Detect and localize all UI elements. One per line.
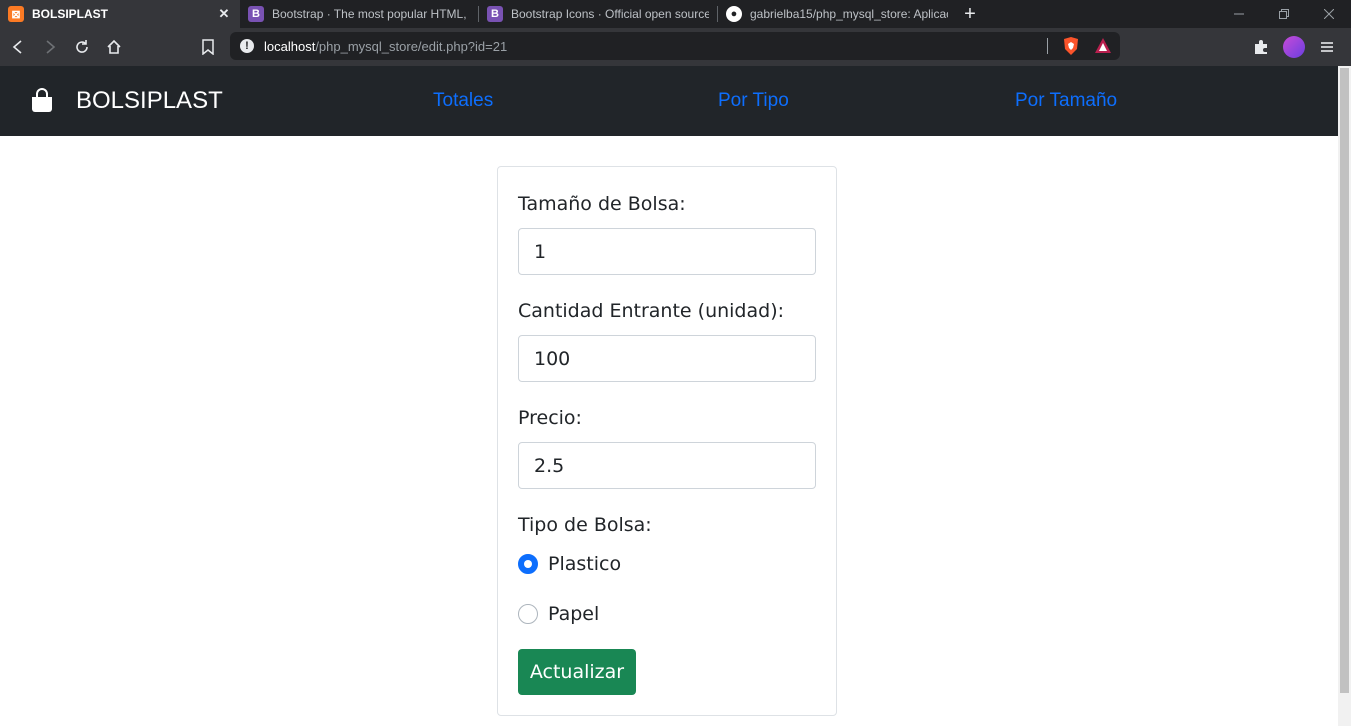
radio-button[interactable] [518, 604, 538, 624]
profile-avatar[interactable] [1283, 36, 1305, 58]
scrollbar-thumb[interactable] [1340, 68, 1349, 693]
home-icon [107, 39, 121, 54]
back-button[interactable] [2, 31, 34, 63]
type-label: Tipo de Bolsa: [518, 514, 652, 536]
radio-option-plastico[interactable]: Plastico [518, 552, 621, 576]
close-window-button[interactable] [1306, 0, 1351, 28]
tab-bootstrap-icons[interactable]: B Bootstrap Icons · Official open source [479, 0, 717, 28]
brave-rewards-icon[interactable] [1094, 37, 1112, 55]
window-controls [1216, 0, 1351, 28]
brand-name: BOLSIPLAST [76, 87, 223, 114]
tab-title: Bootstrap · The most popular HTML, C [272, 7, 470, 21]
bootstrap-icon: B [487, 6, 503, 22]
xampp-icon: ⊠ [8, 6, 24, 22]
forward-button[interactable] [34, 31, 66, 63]
nav-link-totales[interactable]: Totales [433, 66, 493, 136]
menu-icon [1321, 42, 1333, 52]
minimize-icon [1233, 13, 1244, 15]
home-button[interactable] [98, 31, 130, 63]
extensions-button[interactable] [1245, 31, 1277, 63]
size-input[interactable]: 1 [518, 228, 816, 275]
browser-tab-strip: ⊠ BOLSIPLAST ✕ B Bootstrap · The most po… [0, 0, 1351, 28]
restore-icon [1278, 9, 1289, 19]
bookmark-icon [202, 39, 214, 55]
url-text: localhost/php_mysql_store/edit.php?id=21 [264, 38, 508, 54]
nav-link-por-tamano[interactable]: Por Tamaño [1015, 66, 1117, 136]
page-viewport: BOLSIPLAST Totales Por Tipo Por Tamaño T… [0, 66, 1338, 726]
restore-button[interactable] [1261, 0, 1306, 28]
reload-icon [76, 40, 88, 53]
tab-title: Bootstrap Icons · Official open source [511, 7, 709, 21]
navbar-brand[interactable]: BOLSIPLAST [30, 66, 223, 136]
menu-button[interactable] [1311, 31, 1343, 63]
back-icon [12, 40, 22, 54]
browser-toolbar: ! localhost/php_mysql_store/edit.php?id=… [0, 28, 1351, 66]
price-label: Precio: [518, 407, 582, 429]
tab-bolsiplast[interactable]: ⊠ BOLSIPLAST ✕ [0, 0, 240, 28]
nav-link-por-tipo[interactable]: Por Tipo [718, 66, 789, 136]
radio-button-checked[interactable] [518, 554, 538, 574]
toolbar-right [1245, 31, 1343, 63]
tab-bootstrap[interactable]: B Bootstrap · The most popular HTML, C [240, 0, 478, 28]
radio-option-papel[interactable]: Papel [518, 602, 599, 626]
info-icon[interactable]: ! [240, 39, 254, 53]
tab-github[interactable]: ● gabrielba15/php_mysql_store: Aplicac [718, 0, 956, 28]
update-button[interactable]: Actualizar [518, 649, 636, 695]
address-bar[interactable]: ! localhost/php_mysql_store/edit.php?id=… [230, 32, 1120, 60]
vertical-scrollbar[interactable] [1338, 66, 1351, 726]
price-input[interactable]: 2.5 [518, 442, 816, 489]
edit-bag-form: Tamaño de Bolsa: 1 Cantidad Entrante (un… [497, 166, 837, 716]
minimize-button[interactable] [1216, 0, 1261, 28]
quantity-label: Cantidad Entrante (unidad): [518, 300, 785, 322]
github-icon: ● [726, 6, 742, 22]
tab-title: gabrielba15/php_mysql_store: Aplicac [750, 7, 948, 21]
radio-label: Papel [548, 603, 600, 625]
quantity-input[interactable]: 100 [518, 335, 816, 382]
reload-button[interactable] [66, 31, 98, 63]
new-tab-button[interactable]: + [956, 0, 984, 28]
bootstrap-icon: B [248, 6, 264, 22]
shopping-bag-icon [30, 88, 56, 114]
bookmark-button[interactable] [192, 31, 224, 63]
radio-label: Plastico [548, 553, 622, 575]
close-icon[interactable]: ✕ [216, 6, 232, 22]
puzzle-icon [1255, 40, 1267, 54]
tab-title: BOLSIPLAST [32, 7, 109, 21]
divider [1047, 38, 1048, 54]
brave-shields-icon[interactable] [1062, 36, 1080, 56]
size-label: Tamaño de Bolsa: [518, 193, 686, 215]
address-bar-actions [1047, 36, 1112, 56]
navbar: BOLSIPLAST Totales Por Tipo Por Tamaño [0, 66, 1338, 136]
forward-icon [46, 40, 56, 54]
close-icon [1323, 9, 1334, 19]
